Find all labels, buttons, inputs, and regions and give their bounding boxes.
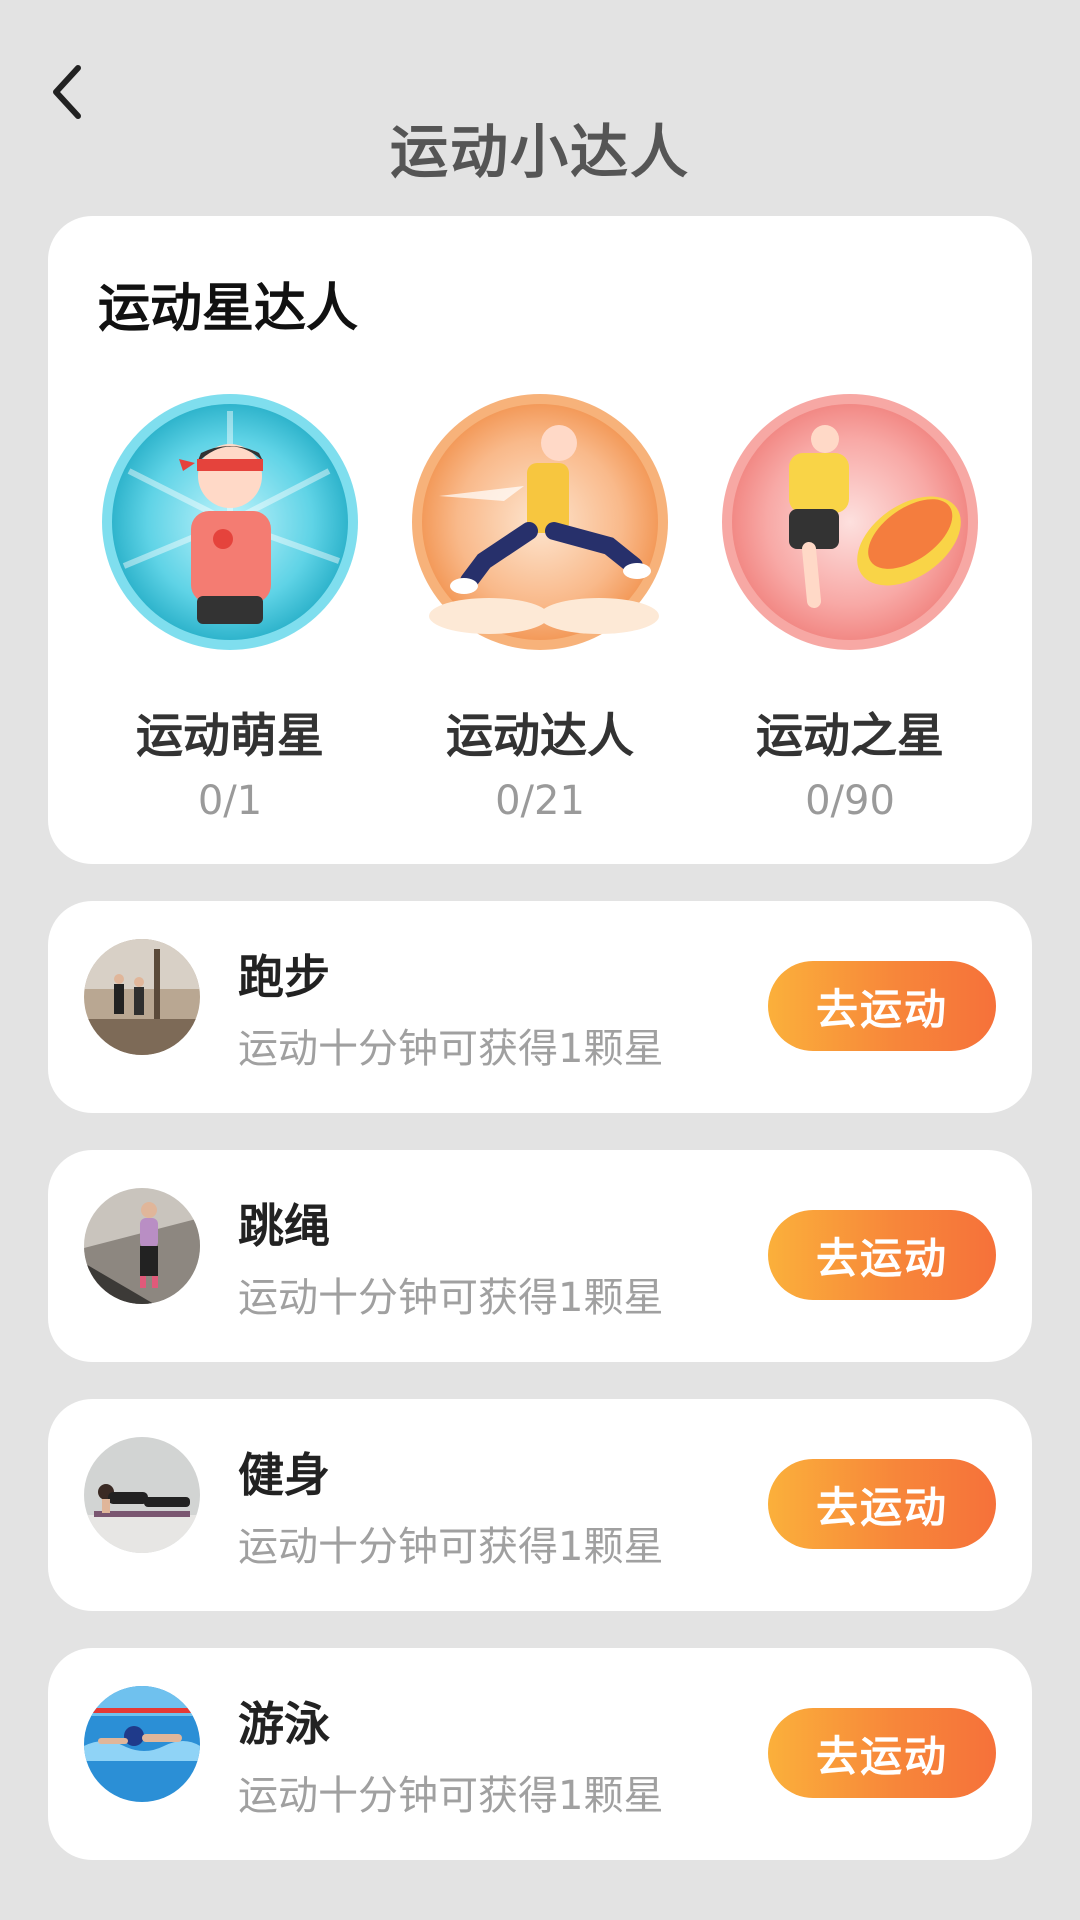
sport-description: 运动十分钟可获得1颗星 <box>238 1026 664 1072</box>
fitness-thumbnail <box>84 1437 200 1553</box>
badge-progress: 0/21 <box>495 778 585 824</box>
sport-name: 健身 <box>238 1448 330 1502</box>
go-exercise-button-jump-rope[interactable]: 去运动 <box>768 1210 996 1300</box>
swimming-photo-icon <box>84 1686 200 1802</box>
sport-name: 跑步 <box>238 950 330 1004</box>
medal-cute-star-icon <box>102 394 358 650</box>
badge-progress: 0/1 <box>197 778 263 824</box>
fitness-photo-icon <box>84 1437 200 1553</box>
medal-sports-star-icon <box>722 394 978 650</box>
badge-sports-star[interactable]: 运动之星 0/90 <box>694 391 1006 824</box>
go-exercise-button-swimming[interactable]: 去运动 <box>768 1708 996 1798</box>
sport-description: 运动十分钟可获得1颗星 <box>238 1773 664 1819</box>
page-title: 运动小达人 <box>389 118 690 186</box>
medal-sports-master-icon <box>412 394 668 650</box>
jump-rope-photo-icon <box>84 1188 200 1304</box>
go-exercise-button-fitness[interactable]: 去运动 <box>768 1459 996 1549</box>
sport-name: 游泳 <box>238 1697 330 1751</box>
sport-card-swimming: 游泳 运动十分钟可获得1颗星 去运动 <box>48 1648 1032 1860</box>
sport-card-running: 跑步 运动十分钟可获得1颗星 去运动 <box>48 901 1032 1113</box>
running-thumbnail <box>84 939 200 1055</box>
running-photo-icon <box>84 939 200 1055</box>
sport-card-jump-rope: 跳绳 运动十分钟可获得1颗星 去运动 <box>48 1150 1032 1362</box>
sport-description: 运动十分钟可获得1颗星 <box>238 1524 664 1570</box>
sport-description: 运动十分钟可获得1颗星 <box>238 1275 664 1321</box>
badge-name: 运动达人 <box>446 709 634 764</box>
badge-name: 运动之星 <box>756 709 944 764</box>
jump-rope-thumbnail <box>84 1188 200 1304</box>
go-exercise-button-running[interactable]: 去运动 <box>768 961 996 1051</box>
swimming-thumbnail <box>84 1686 200 1802</box>
stars-card: 运动星达人 运动萌星 0/1 运动达人 0/21 运动之星 0/90 <box>48 216 1032 864</box>
badge-cute-star[interactable]: 运动萌星 0/1 <box>74 391 386 824</box>
badge-progress: 0/90 <box>805 778 895 824</box>
header: 运动小达人 <box>0 0 1080 200</box>
badge-sports-master[interactable]: 运动达人 0/21 <box>384 391 696 824</box>
badge-name: 运动萌星 <box>136 709 324 764</box>
sport-name: 跳绳 <box>238 1199 330 1253</box>
sport-card-fitness: 健身 运动十分钟可获得1颗星 去运动 <box>48 1399 1032 1611</box>
stars-section-title: 运动星达人 <box>98 279 359 339</box>
